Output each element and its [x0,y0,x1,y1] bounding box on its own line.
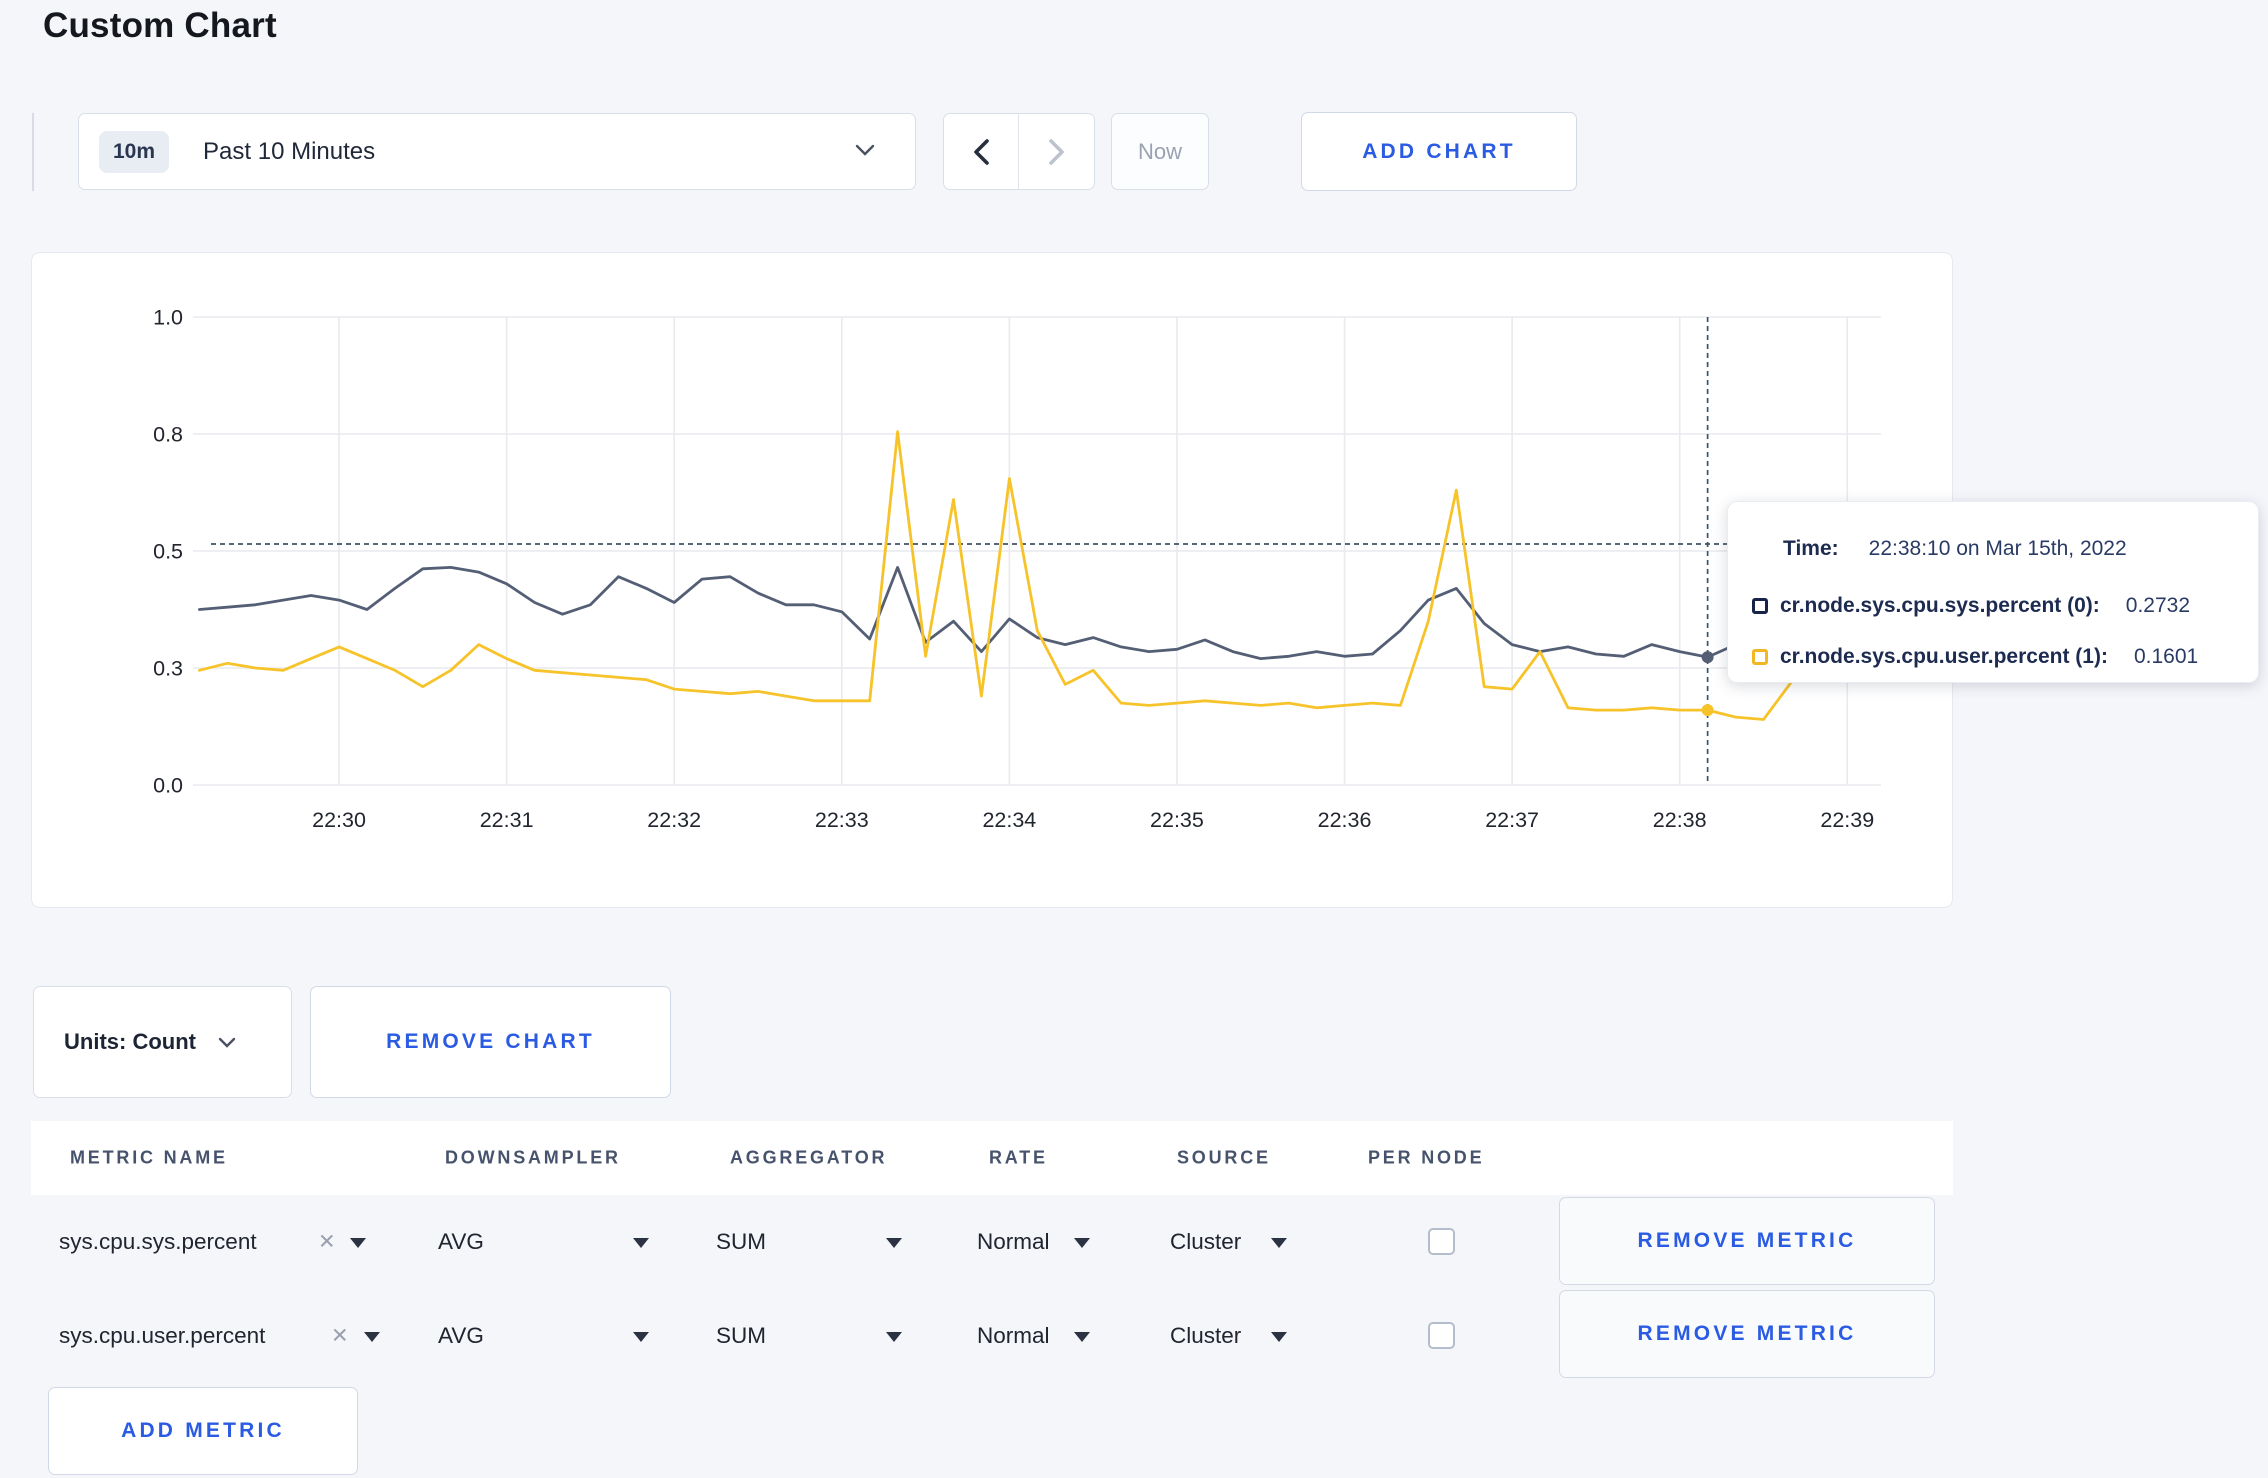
source-select[interactable]: Cluster [1170,1323,1241,1349]
page-title: Custom Chart [43,6,277,45]
svg-text:22:37: 22:37 [1485,808,1539,832]
chevron-right-icon [1048,138,1064,165]
tooltip-series-row: cr.node.sys.cpu.user.percent (1): 0.1601 [1752,636,2258,678]
now-button[interactable]: Now [1111,113,1209,190]
rate-select[interactable]: Normal [977,1323,1050,1349]
chevron-down-icon [855,144,875,156]
chart-tooltip: Time: 22:38:10 on Mar 15th, 2022 cr.node… [1727,501,2259,683]
chart-card: 0.0 0.3 0.5 0.8 1.0 22:30 22:31 22:32 22:33 22:34… [31,252,1953,908]
downsampler-select[interactable]: AVG [438,1229,484,1255]
time-window-badge: 10m [99,130,170,173]
column-header-source: SOURCE [1177,1147,1271,1168]
aggregator-caret-icon[interactable] [886,1332,902,1342]
svg-text:22:32: 22:32 [647,808,701,832]
tooltip-metric-label: cr.node.sys.cpu.user.percent (1): [1780,645,2108,668]
metric-name-caret-icon[interactable] [350,1238,366,1248]
svg-text:0.8: 0.8 [153,423,183,447]
column-header-downsampler: DOWNSAMPLER [445,1147,621,1168]
svg-text:22:31: 22:31 [480,808,534,832]
svg-text:22:34: 22:34 [982,808,1036,832]
downsampler-caret-icon[interactable] [633,1238,649,1248]
source-caret-icon[interactable] [1271,1332,1287,1342]
rate-caret-icon[interactable] [1074,1238,1090,1248]
tooltip-metric-label: cr.node.sys.cpu.sys.percent (0): [1780,594,2100,617]
column-header-metric-name: METRIC NAME [70,1147,228,1168]
aggregator-caret-icon[interactable] [886,1238,902,1248]
units-label: Units: Count [64,1029,196,1054]
time-range-label: Past 10 Minutes [203,137,376,165]
cpu-usage-line-chart[interactable]: 0.0 0.3 0.5 0.8 1.0 22:30 22:31 22:32 22:33 22:34… [32,253,1954,909]
user-percent-swatch-icon [1752,649,1768,665]
next-time-button[interactable] [1019,114,1094,189]
source-caret-icon[interactable] [1271,1238,1287,1248]
aggregator-select[interactable]: SUM [716,1323,766,1349]
tooltip-metric-value: 0.1601 [2133,645,2199,668]
svg-text:22:35: 22:35 [1150,808,1204,832]
rate-select[interactable]: Normal [977,1229,1050,1255]
downsampler-caret-icon[interactable] [633,1332,649,1342]
remove-chart-button[interactable]: REMOVE CHART [310,986,671,1098]
column-header-rate: RATE [989,1147,1048,1168]
metrics-table-header: METRIC NAME DOWNSAMPLER AGGREGATOR RATE … [31,1121,1953,1195]
column-header-per-node: PER NODE [1368,1147,1485,1168]
clear-metric-icon[interactable]: ✕ [318,1230,336,1255]
source-select[interactable]: Cluster [1170,1229,1241,1255]
clear-metric-icon[interactable]: ✕ [331,1324,349,1349]
tooltip-time-label: Time: [1783,537,1839,560]
units-select[interactable]: Units: Count [33,986,292,1098]
add-metric-button[interactable]: ADD METRIC [48,1387,358,1475]
toolbar-divider [32,113,34,191]
svg-text:22:30: 22:30 [312,808,366,832]
svg-text:1.0: 1.0 [153,306,183,330]
time-range-select[interactable]: 10m Past 10 Minutes [78,113,916,190]
previous-time-button[interactable] [944,114,1019,189]
metric-name-select[interactable]: sys.cpu.user.percent [59,1323,265,1349]
sys-percent-swatch-icon [1752,598,1768,614]
chevron-left-icon [974,138,989,165]
per-node-checkbox[interactable] [1428,1228,1455,1255]
remove-metric-button[interactable]: REMOVE METRIC [1559,1290,1935,1378]
aggregator-select[interactable]: SUM [716,1229,766,1255]
svg-text:0.5: 0.5 [153,540,183,564]
add-chart-button[interactable]: ADD CHART [1301,112,1577,191]
tooltip-time-value: 22:38:10 on Mar 15th, 2022 [1868,537,2127,560]
time-step-button-group [943,113,1095,190]
remove-metric-button[interactable]: REMOVE METRIC [1559,1197,1935,1285]
svg-text:22:38: 22:38 [1653,808,1707,832]
svg-text:22:39: 22:39 [1820,808,1874,832]
rate-caret-icon[interactable] [1074,1332,1090,1342]
svg-text:0.0: 0.0 [153,774,183,798]
metric-name-select[interactable]: sys.cpu.sys.percent [59,1229,257,1255]
tooltip-series-row: cr.node.sys.cpu.sys.percent (0): 0.2732 [1752,585,2258,627]
downsampler-select[interactable]: AVG [438,1323,484,1349]
per-node-checkbox[interactable] [1428,1322,1455,1349]
column-header-aggregator: AGGREGATOR [730,1147,888,1168]
svg-text:22:33: 22:33 [815,808,869,832]
svg-text:0.3: 0.3 [153,657,183,681]
tooltip-time-row: Time: 22:38:10 on Mar 15th, 2022 [1752,528,2258,570]
tooltip-metric-value: 0.2732 [2125,594,2191,617]
chevron-down-icon [218,1037,236,1048]
svg-text:22:36: 22:36 [1318,808,1372,832]
metric-name-caret-icon[interactable] [364,1332,380,1342]
